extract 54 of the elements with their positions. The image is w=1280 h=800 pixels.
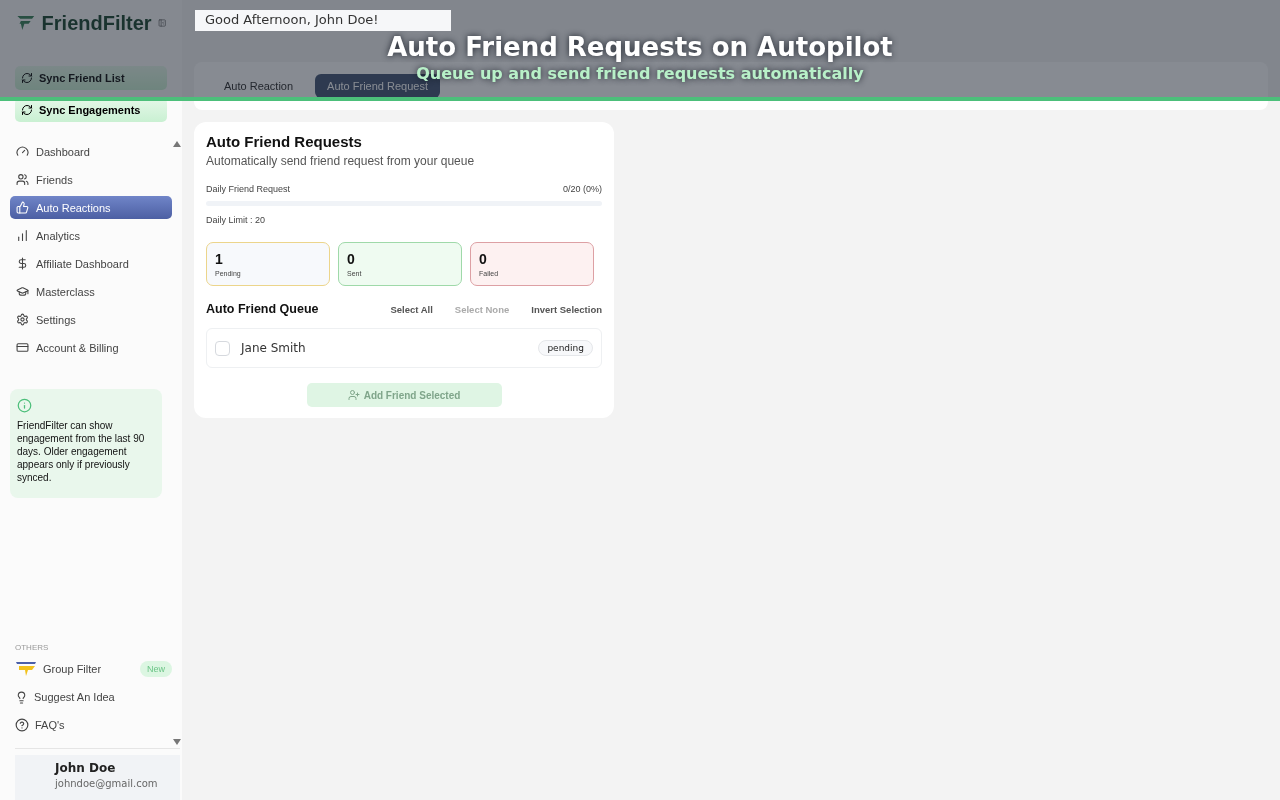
users-icon: [16, 173, 29, 186]
scroll-up-icon[interactable]: [173, 141, 181, 147]
stat-value: 0: [479, 251, 488, 267]
progress-reading: 0/20 (0%): [562, 184, 602, 194]
refresh-icon: [21, 72, 33, 84]
graduation-cap-icon: [16, 285, 29, 298]
menu-item[interactable]: Group Filter: [43, 663, 102, 675]
daily-limit: Daily Limit : 20: [206, 215, 267, 225]
friend-name: Jane Smith: [241, 341, 306, 355]
user-name: John Doe: [55, 761, 117, 775]
settings-icon: [16, 313, 29, 326]
refresh-icon: [21, 104, 33, 116]
menu-item[interactable]: Suggest An Idea: [34, 691, 115, 703]
gauge-icon: [16, 145, 29, 158]
info-text: FriendFilter can show engagement from the last 90 days. Older engagement appears only if previously synced.: [17, 419, 146, 484]
nav-item[interactable]: Auto Reactions: [10, 196, 172, 219]
card-title: Auto Friend Requests: [206, 133, 363, 150]
checkbox[interactable]: [215, 340, 230, 356]
sync-button[interactable]: Sync Friend List: [15, 66, 167, 90]
nav-item[interactable]: Dashboard: [10, 140, 172, 163]
new-badge: New: [140, 661, 172, 677]
progress-label: Daily Friend Request: [206, 184, 291, 194]
bar-chart-icon: [16, 229, 29, 242]
nav-item[interactable]: Account & Billing: [10, 336, 172, 359]
scroll-down-icon[interactable]: [173, 739, 181, 745]
lightbulb-icon: [15, 690, 28, 704]
greeting: Good Afternoon, John Doe!: [195, 10, 451, 31]
nav-item[interactable]: Masterclass: [10, 280, 172, 303]
brand-name: FriendFilter: [41, 11, 152, 35]
funnel-icon: [15, 661, 37, 677]
nav-item[interactable]: Settings: [10, 308, 172, 331]
queue-title: Auto Friend Queue: [206, 302, 319, 316]
user-plus-icon: [347, 389, 360, 401]
selection-link[interactable]: Invert Selection: [531, 303, 602, 315]
banner-title: Auto Friend Requests on Autopilot: [387, 32, 893, 62]
credit-card-icon: [16, 341, 29, 354]
selection-link[interactable]: Select All: [390, 303, 433, 315]
stat-value: 1: [215, 251, 224, 267]
info-icon: [17, 398, 32, 413]
help-icon: [15, 718, 29, 732]
nav-item[interactable]: Friends: [10, 168, 172, 191]
section-heading: OTHERS: [14, 643, 50, 652]
status-badge: pending: [538, 340, 593, 356]
dollar-icon: [16, 257, 29, 270]
stat-value: 0: [347, 251, 356, 267]
sync-button[interactable]: Sync Engagements: [15, 98, 167, 122]
menu-item[interactable]: FAQ's: [35, 719, 65, 731]
thumbs-up-icon: [16, 201, 29, 214]
user-email: johndoe@gmail.com: [55, 778, 159, 789]
nav-item[interactable]: Affiliate Dashboard: [10, 252, 172, 275]
card-subtitle: Automatically send friend request from your queue: [206, 154, 476, 168]
nav-item[interactable]: Analytics: [10, 224, 172, 247]
tab[interactable]: Auto Reaction: [212, 74, 306, 98]
user-card[interactable]: John Doe johndoe@gmail.com: [15, 755, 180, 800]
